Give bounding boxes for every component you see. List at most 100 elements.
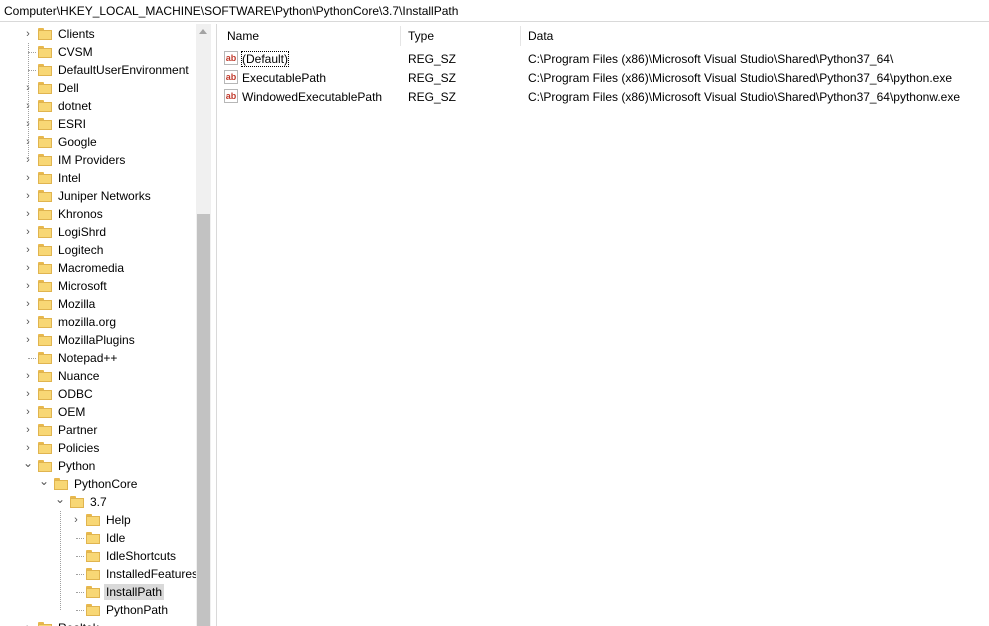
folder-icon: [38, 172, 52, 184]
folder-icon: [38, 334, 52, 346]
tree-node-installpath[interactable]: InstallPath: [86, 583, 165, 601]
tree-node-clients[interactable]: Clients: [38, 25, 97, 43]
tree-node-google[interactable]: Google: [38, 133, 99, 151]
tree-node-cvsm[interactable]: CVSM: [38, 43, 95, 61]
tree-node-help[interactable]: Help: [86, 511, 133, 529]
chevron-down-icon[interactable]: ⌄: [39, 475, 49, 487]
tree-scrollbar[interactable]: [196, 24, 211, 626]
chevron-right-icon[interactable]: ›: [23, 385, 33, 403]
folder-icon: [38, 154, 52, 166]
tree-node-mozilla[interactable]: Mozilla: [38, 295, 97, 313]
column-header-data[interactable]: Data: [528, 24, 988, 48]
tree-node-oem[interactable]: OEM: [38, 403, 87, 421]
tree-node-label: Notepad++: [58, 351, 118, 365]
tree-node-juniper-networks[interactable]: Juniper Networks: [38, 187, 153, 205]
folder-icon: [38, 208, 52, 220]
column-divider[interactable]: [520, 26, 521, 46]
column-header-name[interactable]: Name: [227, 24, 403, 48]
tree-node-notepad-[interactable]: Notepad++: [38, 349, 119, 367]
value-name: (Default): [240, 51, 290, 67]
tree-guide-line: [76, 556, 84, 557]
chevron-right-icon[interactable]: ›: [23, 223, 33, 241]
tree-node-python[interactable]: Python: [38, 457, 97, 475]
folder-icon: [38, 280, 52, 292]
tree-node-idle[interactable]: Idle: [86, 529, 127, 547]
tree-node-im-providers[interactable]: IM Providers: [38, 151, 127, 169]
chevron-right-icon[interactable]: ›: [71, 511, 81, 529]
tree-node-logishrd[interactable]: LogiShrd: [38, 223, 108, 241]
folder-icon: [70, 496, 84, 508]
chevron-right-icon[interactable]: ›: [23, 205, 33, 223]
tree-node-label: Mozilla: [58, 297, 96, 311]
tree-node-intel[interactable]: Intel: [38, 169, 83, 187]
tree-guide-line: [28, 358, 36, 359]
chevron-right-icon[interactable]: ›: [23, 277, 33, 295]
scroll-up-arrow-icon[interactable]: [199, 29, 207, 34]
chevron-right-icon[interactable]: ›: [23, 241, 33, 259]
folder-icon: [86, 604, 100, 616]
chevron-right-icon[interactable]: ›: [23, 421, 33, 439]
tree-node-defaultuserenvironment[interactable]: DefaultUserEnvironment: [38, 61, 191, 79]
tree-node-odbc[interactable]: ODBC: [38, 385, 95, 403]
tree-node-microsoft[interactable]: Microsoft: [38, 277, 109, 295]
column-divider[interactable]: [400, 26, 401, 46]
chevron-right-icon[interactable]: ›: [23, 619, 33, 626]
tree-node-label: 3.7: [90, 495, 107, 509]
tree-node-installedfeatures[interactable]: InstalledFeatures: [86, 565, 200, 583]
tree-guide-line: [76, 610, 84, 611]
pane-splitter[interactable]: [216, 24, 217, 626]
tree-node-logitech[interactable]: Logitech: [38, 241, 105, 259]
value-row[interactable]: ab ExecutablePath REG_SZ C:\Program Files (…: [218, 68, 989, 87]
chevron-right-icon[interactable]: ›: [23, 259, 33, 277]
values-list[interactable]: Name Type Data ab (Default) REG_SZ C:\Progr…: [218, 24, 989, 626]
tree-node-label: Nuance: [58, 369, 100, 383]
tree-node-label: Policies: [58, 441, 100, 455]
folder-icon: [38, 46, 52, 58]
tree-node-3-7[interactable]: 3.7: [70, 493, 109, 511]
chevron-right-icon[interactable]: ›: [23, 331, 33, 349]
folder-icon: [38, 622, 52, 626]
chevron-right-icon[interactable]: ›: [23, 439, 33, 457]
tree-node-dell[interactable]: Dell: [38, 79, 81, 97]
tree-node-macromedia[interactable]: Macromedia: [38, 259, 126, 277]
tree-node-mozillaplugins[interactable]: MozillaPlugins: [38, 331, 137, 349]
chevron-right-icon[interactable]: ›: [23, 187, 33, 205]
tree-node-nuance[interactable]: Nuance: [38, 367, 101, 385]
chevron-right-icon[interactable]: ›: [23, 25, 33, 43]
tree-node-khronos[interactable]: Khronos: [38, 205, 105, 223]
value-row[interactable]: ab (Default) REG_SZ C:\Program Files (x86)\…: [218, 49, 989, 68]
registry-tree[interactable]: › Clients CVSM DefaultUserEnvironment › Dell ›…: [0, 24, 212, 626]
tree-guide-line: [76, 592, 84, 593]
chevron-right-icon[interactable]: ›: [23, 169, 33, 187]
tree-node-partner[interactable]: Partner: [38, 421, 99, 439]
tree-node-pythonpath[interactable]: PythonPath: [86, 601, 170, 619]
chevron-right-icon[interactable]: ›: [23, 295, 33, 313]
folder-icon: [38, 262, 52, 274]
tree-node-dotnet[interactable]: dotnet: [38, 97, 93, 115]
folder-icon: [86, 586, 100, 598]
folder-icon: [38, 136, 52, 148]
value-row[interactable]: ab WindowedExecutablePath REG_SZ C:\Program…: [218, 87, 989, 106]
tree-node-pythoncore[interactable]: PythonCore: [54, 475, 139, 493]
address-bar[interactable]: Computer\HKEY_LOCAL_MACHINE\SOFTWARE\Pyt…: [0, 0, 989, 22]
tree-node-mozilla-org[interactable]: mozilla.org: [38, 313, 118, 331]
chevron-right-icon[interactable]: ›: [23, 403, 33, 421]
scrollbar-thumb[interactable]: [197, 214, 210, 626]
chevron-right-icon[interactable]: ›: [23, 367, 33, 385]
value-data: C:\Program Files (x86)\Microsoft Visual …: [528, 52, 894, 66]
tree-guide-line: [28, 43, 29, 160]
tree-node-esri[interactable]: ESRI: [38, 115, 88, 133]
chevron-right-icon[interactable]: ›: [23, 313, 33, 331]
tree-node-label: InstallPath: [104, 584, 165, 600]
chevron-down-icon[interactable]: ⌄: [23, 457, 33, 469]
tree-node-realtek[interactable]: Realtek: [38, 619, 101, 626]
folder-icon: [38, 64, 52, 76]
column-header-type[interactable]: Type: [408, 24, 520, 48]
tree-node-policies[interactable]: Policies: [38, 439, 101, 457]
chevron-down-icon[interactable]: ⌄: [55, 493, 65, 505]
tree-node-idleshortcuts[interactable]: IdleShortcuts: [86, 547, 178, 565]
tree-node-label: OEM: [58, 405, 86, 419]
tree-guide-line: [76, 538, 84, 539]
folder-icon: [38, 298, 52, 310]
folder-icon: [38, 118, 52, 130]
